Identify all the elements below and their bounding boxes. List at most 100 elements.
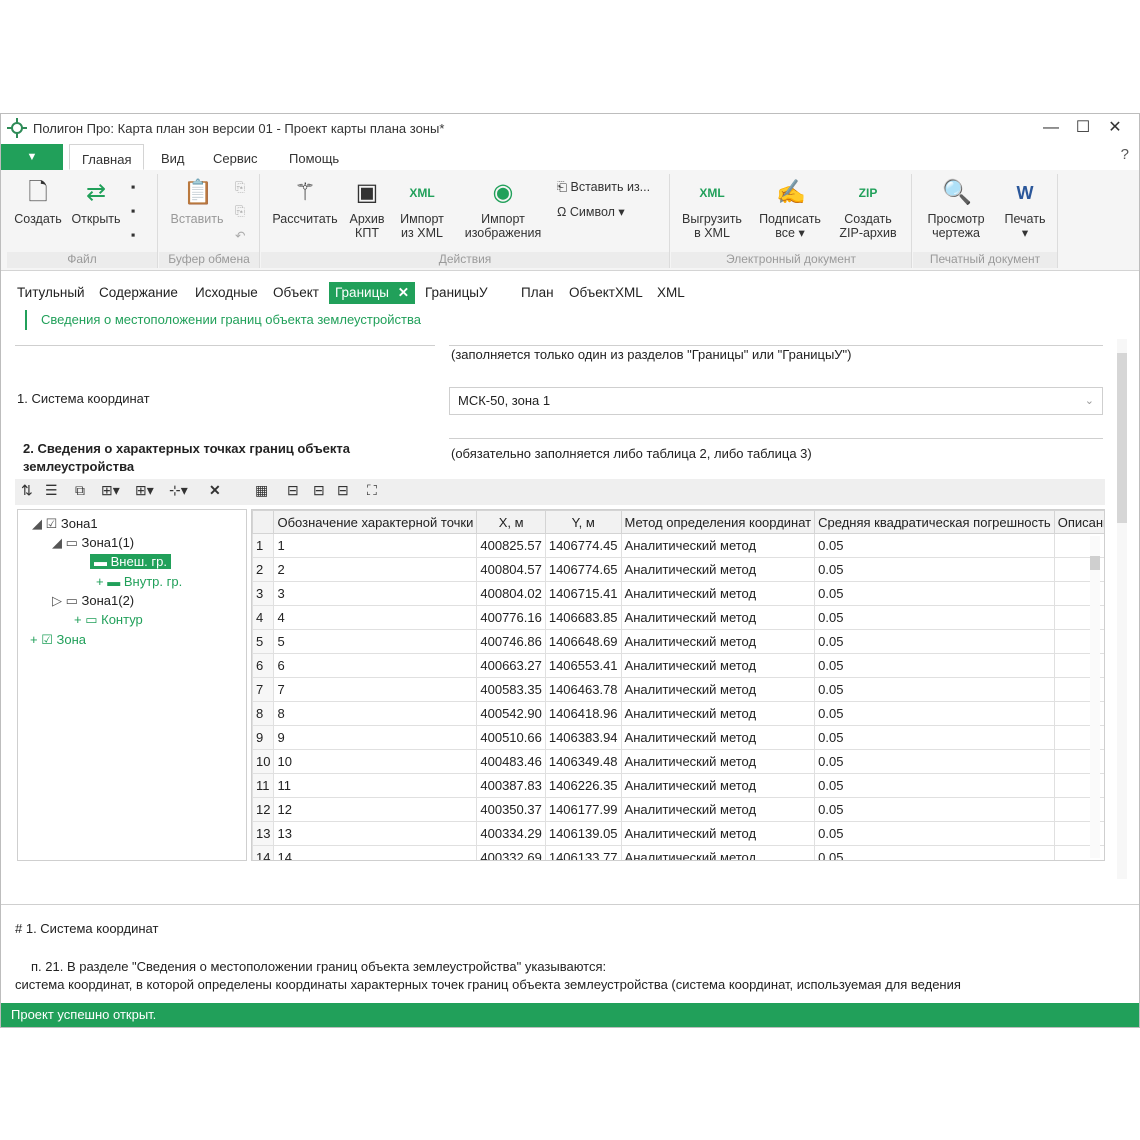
maximize-button[interactable]: ☐: [1067, 114, 1099, 142]
table-cell[interactable]: 1406553.41: [544, 653, 622, 678]
paste-button[interactable]: 📋 Вставить: [165, 178, 229, 226]
close-project-icon[interactable]: ▪: [131, 228, 135, 242]
table-cell[interactable]: 400776.16: [476, 605, 546, 630]
table-cell[interactable]: 400510.66: [476, 725, 546, 750]
table-cell[interactable]: 1406418.96: [544, 701, 622, 726]
header-x[interactable]: X, м: [476, 510, 546, 534]
table-row[interactable]: 1 1 400825.57 1406774.45 Аналитический метод…: [252, 533, 1104, 558]
table-cell[interactable]: 2: [273, 557, 478, 582]
table-cell[interactable]: Аналитический метод: [620, 701, 816, 726]
scrollbar-thumb[interactable]: [1090, 556, 1100, 570]
table-cell[interactable]: Аналитический метод: [620, 749, 816, 774]
tree-node-outer-boundary[interactable]: ▬ Внеш. гр.: [90, 554, 171, 569]
table-cell[interactable]: 400334.29: [476, 821, 546, 846]
table-cell[interactable]: 1406463.78: [544, 677, 622, 702]
tree-node-zone1-2[interactable]: ▷ ▭ Зона1(2): [52, 593, 134, 609]
help-icon[interactable]: ?: [1121, 146, 1129, 163]
tab-service[interactable]: Сервис: [201, 144, 270, 170]
table-cell[interactable]: 400542.90: [476, 701, 546, 726]
delete-icon[interactable]: ✕: [209, 482, 221, 499]
table-cell[interactable]: Аналитический метод: [620, 797, 816, 822]
table-cell[interactable]: Аналитический метод: [620, 605, 816, 630]
header-fixation[interactable]: Описание закрепления: [1053, 510, 1104, 534]
table-cell[interactable]: 10: [273, 749, 478, 774]
table-row[interactable]: 14 14 400332.69 1406133.77 Аналитический мет…: [252, 845, 1104, 860]
table-cell[interactable]: 1406774.45: [544, 533, 622, 558]
table-cell[interactable]: 400804.02: [476, 581, 546, 606]
table-cell[interactable]: 0.05: [814, 605, 1055, 630]
table-row[interactable]: 6 6 400663.27 1406553.41 Аналитический метод…: [252, 653, 1104, 678]
table-cell[interactable]: 400583.35: [476, 677, 546, 702]
preview-drawing-button[interactable]: 🔍 Просмотр чертежа: [917, 178, 995, 240]
table-row[interactable]: 8 8 400542.90 1406418.96 Аналитический метод…: [252, 701, 1104, 726]
table-cell[interactable]: 400825.57: [476, 533, 546, 558]
tab-plan[interactable]: План: [515, 282, 560, 304]
tab-object-xml[interactable]: ОбъектXML: [563, 282, 649, 304]
table-cell[interactable]: 0.05: [814, 845, 1055, 860]
coord-system-select[interactable]: МСК-50, зона 1 ⌄: [449, 387, 1103, 415]
fit-view-icon[interactable]: ⛶: [367, 482, 377, 499]
close-button[interactable]: ✕: [1099, 114, 1131, 142]
table-row[interactable]: 7 7 400583.35 1406463.78 Аналитический метод…: [252, 677, 1104, 702]
table-row[interactable]: 2 2 400804.57 1406774.65 Аналитический метод…: [252, 557, 1104, 582]
archive-kpt-button[interactable]: ▣ Архив КПТ: [345, 178, 389, 240]
table-row[interactable]: 5 5 400746.86 1406648.69 Аналитический метод…: [252, 629, 1104, 654]
header-error[interactable]: Средняя квадратическая погрешность: [814, 510, 1055, 534]
table-cell[interactable]: 1406133.77: [544, 845, 622, 860]
tab-view[interactable]: Вид: [149, 144, 197, 170]
table-cell[interactable]: Аналитический метод: [620, 653, 816, 678]
copy-icon[interactable]: ⎘: [235, 180, 245, 195]
table-row[interactable]: 10 10 400483.46 1406349.48 Аналитический мет…: [252, 749, 1104, 774]
tree-node-zone1-1[interactable]: ◢ ▭ Зона1(1): [52, 535, 134, 551]
page-scrollbar-thumb[interactable]: [1117, 353, 1127, 523]
table-row[interactable]: 4 4 400776.16 1406683.85 Аналитический метод…: [252, 605, 1104, 630]
table-cell[interactable]: 0.05: [814, 797, 1055, 822]
table-grid-icon[interactable]: ▦: [255, 482, 268, 499]
indent-icon[interactable]: ☰: [45, 482, 58, 499]
table-scrollbar[interactable]: [1090, 536, 1100, 858]
save-icon[interactable]: ▪: [131, 180, 135, 194]
cut-icon[interactable]: ⎘: [235, 204, 245, 219]
table-cell[interactable]: 11: [273, 773, 478, 798]
table-cell[interactable]: 14: [273, 845, 478, 860]
insert-row-below-icon[interactable]: ⊟: [313, 482, 325, 499]
table-cell[interactable]: 1406349.48: [544, 749, 622, 774]
table-cell[interactable]: Аналитический метод: [620, 581, 816, 606]
table-cell[interactable]: 400663.27: [476, 653, 546, 678]
import-xml-button[interactable]: XML Импорт из XML: [393, 178, 451, 240]
table-cell[interactable]: Аналитический метод: [620, 725, 816, 750]
calculate-button[interactable]: ⚚ Рассчитать: [267, 178, 343, 226]
table-cell[interactable]: 1406139.05: [544, 821, 622, 846]
tree-node-inner-boundary[interactable]: + ▬ Внутр. гр.: [96, 574, 182, 589]
table-cell[interactable]: 1406226.35: [544, 773, 622, 798]
table-cell[interactable]: 400804.57: [476, 557, 546, 582]
table-cell[interactable]: Аналитический метод: [620, 629, 816, 654]
tab-boundaries-u[interactable]: ГраницыУ: [419, 282, 494, 304]
table-row[interactable]: 11 11 400387.83 1406226.35 Аналитический мет…: [252, 773, 1104, 798]
table-cell[interactable]: 4: [273, 605, 478, 630]
add-child-icon[interactable]: ⊞▾: [135, 482, 154, 499]
move-node-icon[interactable]: ⊹▾: [169, 482, 188, 499]
table-cell[interactable]: 0.05: [814, 581, 1055, 606]
export-xml-button[interactable]: XML Выгрузить в XML: [677, 178, 747, 240]
table-cell[interactable]: 400350.37: [476, 797, 546, 822]
table-cell[interactable]: 400746.86: [476, 629, 546, 654]
table-cell[interactable]: 1406177.99: [544, 797, 622, 822]
insert-from-button[interactable]: ⎗ Вставить из...: [557, 180, 650, 195]
table-cell[interactable]: 1406715.41: [544, 581, 622, 606]
table-cell[interactable]: 13: [273, 821, 478, 846]
print-button[interactable]: W Печать ▾: [997, 178, 1053, 240]
table-cell[interactable]: Аналитический метод: [620, 773, 816, 798]
table-cell[interactable]: 400332.69: [476, 845, 546, 860]
table-cell[interactable]: 9: [273, 725, 478, 750]
header-y[interactable]: Y, м: [544, 510, 622, 534]
table-cell[interactable]: 12: [273, 797, 478, 822]
delete-row-icon[interactable]: ⊟: [337, 482, 349, 499]
table-cell[interactable]: 400387.83: [476, 773, 546, 798]
header-method[interactable]: Метод определения координат: [620, 510, 816, 534]
add-node-icon[interactable]: ⊞▾: [101, 482, 120, 499]
table-row[interactable]: 3 3 400804.02 1406715.41 Аналитический метод…: [252, 581, 1104, 606]
table-row[interactable]: 12 12 400350.37 1406177.99 Аналитический мет…: [252, 797, 1104, 822]
minimize-button[interactable]: —: [1035, 114, 1067, 142]
insert-row-icon[interactable]: ⊟: [287, 482, 299, 499]
